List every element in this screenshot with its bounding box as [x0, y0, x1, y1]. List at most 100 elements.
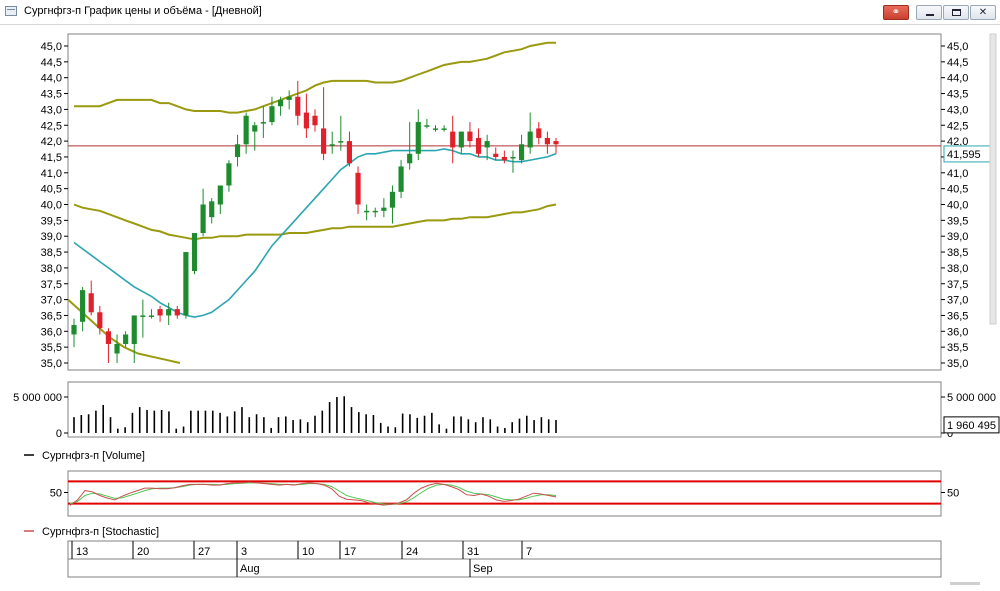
stochastic-plot-frame: [67, 470, 942, 517]
price-plot-frame: [67, 33, 942, 371]
time-day-label: 24: [406, 546, 418, 558]
time-day-label: 13: [76, 546, 88, 558]
price-panel[interactable]: 45,0 45,0 44,5 44,5 44,0 44,0 43,5 43,5 43,0 43,0…: [41, 33, 997, 371]
candle-body: [114, 343, 120, 354]
time-day-label: 3: [241, 546, 247, 558]
candle-body: [277, 99, 284, 107]
candle-body: [252, 125, 258, 132]
price-axis-label-left: 41,5: [41, 152, 62, 164]
price-axis-label-left: 42,0: [41, 136, 62, 148]
candle-body: [217, 185, 223, 205]
price-axis-label-right: 41,0: [947, 168, 968, 180]
price-scrollbar: [989, 33, 997, 325]
price-axis-label-right: 36,0: [947, 326, 968, 338]
candle-body: [71, 324, 77, 335]
candle-body: [174, 309, 180, 316]
price-axis-label-right: 44,0: [947, 73, 968, 85]
candle-body: [131, 315, 137, 344]
candle-body: [467, 131, 473, 142]
candle-body: [200, 204, 206, 234]
candle-body: [243, 115, 249, 145]
candle-body: [381, 207, 387, 211]
candle-body: [372, 210, 378, 213]
price-axis-label-left: 37,5: [41, 279, 62, 291]
candle-body: [389, 191, 396, 208]
candle-body: [97, 312, 103, 329]
volume-last-value-label: 1 960 495: [947, 420, 996, 432]
time-month-label: Sep: [473, 563, 493, 575]
price-axis-label-left: 44,0: [41, 73, 62, 85]
candle-body: [527, 131, 533, 148]
time-axis-panel[interactable]: 13 20 27 3 10 17 24 31 7 Aug Sep: [67, 540, 980, 585]
candle-body: [312, 115, 318, 126]
price-axis-label-left: 36,0: [41, 326, 62, 338]
price-axis-label-right: 40,5: [947, 184, 968, 196]
price-last-value-label: 41,595: [947, 149, 981, 161]
candle-body: [80, 290, 86, 322]
price-axis-label-left: 39,0: [41, 231, 62, 243]
volume-axis-label-right: 5 000 000: [947, 392, 996, 404]
candle-body: [329, 144, 335, 146]
volume-panel[interactable]: 5 000 000 5 000 0000 01 960 495: [13, 381, 1000, 440]
price-axis-label-left: 37,0: [41, 295, 62, 307]
price-axis-label-right: 39,0: [947, 231, 968, 243]
price-axis-label-right: 40,0: [947, 200, 968, 212]
stochastic-panel[interactable]: 50 50: [50, 470, 960, 517]
candle-body: [398, 166, 404, 192]
time-day-label: 7: [526, 546, 532, 558]
candle-body: [475, 137, 482, 154]
candle-body: [450, 131, 456, 148]
chart-canvas: 45,0 45,0 44,5 44,5 44,0 44,0 43,5 43,5 43,0 43,0…: [13, 33, 1000, 585]
candle-body: [355, 172, 361, 205]
price-axis-label-left: 35,5: [41, 342, 62, 354]
candle-body: [183, 252, 189, 316]
candle-body: [493, 153, 499, 157]
price-axis-label-left: 45,0: [41, 41, 62, 53]
candle-body: [501, 156, 507, 161]
candle-body: [105, 331, 112, 344]
candle-body: [484, 141, 490, 148]
time-month-label: Aug: [240, 563, 260, 575]
price-axis-label-right: 39,5: [947, 215, 968, 227]
volume-axis-label-left: 0: [56, 428, 62, 440]
price-axis-label-left: 40,0: [41, 200, 62, 212]
price-axis-label-left: 41,0: [41, 168, 62, 180]
price-axis-label-left: 43,0: [41, 104, 62, 116]
price-axis-label-right: 42,5: [947, 120, 968, 132]
price-axis-label-left: 40,5: [41, 184, 62, 196]
time-day-label: 31: [467, 546, 479, 558]
candle-body: [295, 96, 301, 116]
price-axis-label-left: 38,0: [41, 263, 62, 275]
candle-body: [364, 210, 370, 213]
candle-body: [407, 153, 413, 164]
price-axis-label-left: 42,5: [41, 120, 62, 132]
candle-body: [148, 315, 155, 317]
candle-body: [166, 309, 172, 316]
volume-axis-label-left: 5 000 000: [13, 392, 62, 404]
price-axis-label-left: 38,5: [41, 247, 62, 259]
candle-body: [209, 201, 215, 218]
candle-body: [234, 144, 241, 157]
candle-body: [123, 334, 129, 344]
price-axis-label-right: 44,5: [947, 57, 968, 69]
candle-body: [260, 122, 266, 124]
stochastic-legend-label: Сургнфгз-п [Stochastic]: [42, 526, 159, 538]
price-axis-label-right: 45,0: [947, 41, 968, 53]
candle-body: [415, 122, 421, 154]
price-axis-label-right: 43,5: [947, 89, 968, 101]
time-day-label: 10: [302, 546, 314, 558]
price-axis-label-right: 37,5: [947, 279, 968, 291]
candle-body: [140, 315, 146, 317]
candle-body: [286, 96, 292, 100]
candle-body: [346, 141, 353, 164]
window-resize-grip: [950, 582, 980, 585]
price-axis-label-left: 36,5: [41, 310, 62, 322]
candle-body: [338, 141, 344, 143]
candle-body: [458, 131, 464, 148]
time-day-label: 20: [137, 546, 149, 558]
price-axis-label-left: 44,5: [41, 57, 62, 69]
candle-body: [191, 233, 198, 272]
price-axis-label-right: 43,0: [947, 104, 968, 116]
time-day-label: 17: [344, 546, 356, 558]
price-axis-label-right: 36,5: [947, 310, 968, 322]
